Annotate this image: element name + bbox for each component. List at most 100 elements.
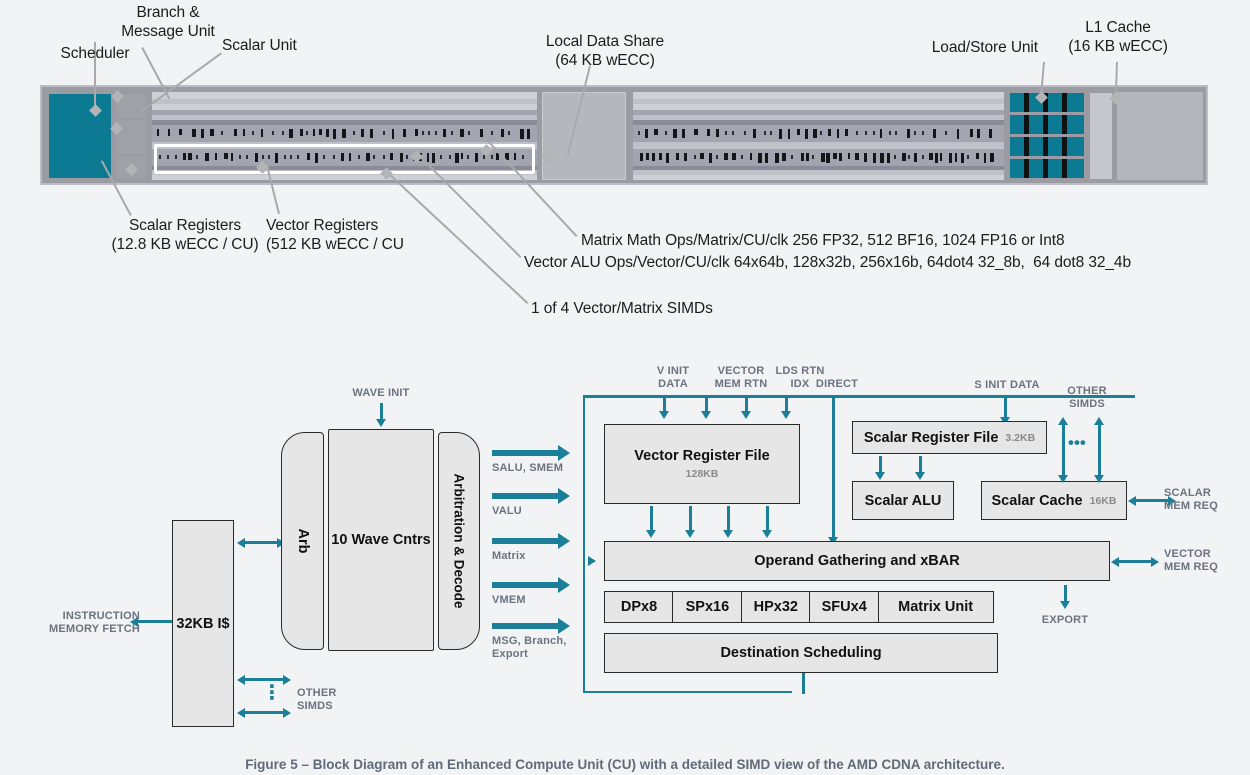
arrow-imf-head-left (130, 616, 138, 627)
callout-local-data-share: Local Data Share (64 KB wECC) (545, 33, 665, 69)
block-matrix-unit[interactable]: Matrix Unit (877, 591, 994, 623)
label-vector-mem-req: VECTOR MEM REQ (1164, 548, 1218, 573)
label-s-init-data: S INIT DATA (974, 379, 1040, 391)
callout-load-store-unit: Load/Store Unit (931, 39, 1038, 56)
arrow-msg-branch-export-line (492, 623, 560, 629)
die-l1-cache (1010, 93, 1084, 179)
block-arbitration-decode[interactable]: Arbitration & Decode (438, 432, 480, 650)
callout-vector-alu-ops: Vector ALU Ops/Vector/CU/clk 64x64b, 128… (524, 254, 1131, 271)
label-other-simds-left: OTHER SIMDS (297, 687, 337, 712)
arrow-other-simds-l1-head-left (237, 674, 245, 685)
block-instruction-cache[interactable]: 32KB I$ (172, 520, 234, 727)
block-scalar-alu[interactable]: Scalar ALU (852, 481, 954, 520)
arrow-vector-mem-req-line (1117, 560, 1155, 563)
callout-vector-registers: Vector Registers (512 KB wECC / CU (266, 217, 404, 253)
die-scalar-unit (116, 120, 146, 154)
arrow-icache-arb-line (243, 541, 281, 544)
block-vector-register-file[interactable]: Vector Register File 128KB (604, 424, 800, 504)
block-wave-counters[interactable]: 10 Wave Cntrs (328, 429, 434, 651)
wave-counters-label: 10 Wave Cntrs (331, 532, 431, 548)
block-spx16[interactable]: SPx16 (672, 591, 743, 623)
arrow-matrix-line (492, 538, 560, 544)
arrow-vrf-og-3-line (727, 506, 730, 532)
hpx32-label: HPx32 (753, 599, 798, 615)
arrow-other-simds-l2-head-left (237, 707, 245, 718)
arrow-valu-head (558, 488, 570, 504)
arrow-other-simds-r1-head-down (1058, 475, 1069, 483)
vector-register-file-title: Vector Register File (634, 448, 770, 465)
arrow-vector-mem-rtn-head (701, 411, 712, 419)
die-vector-register-ticks-a (154, 127, 535, 140)
die-local-data-share (542, 92, 626, 180)
die-highlighted-simd-outline (154, 144, 535, 174)
scalar-cache-size: 16KB (1089, 494, 1117, 507)
arrow-other-simds-r2-head-down (1094, 475, 1105, 483)
arrow-wave-init-head (376, 419, 387, 427)
arrow-other-simds-r2-line (1098, 423, 1101, 477)
arrow-salu-smem-head (558, 445, 570, 461)
horizontal-ellipsis-right-icon: ••• (1068, 433, 1086, 452)
label-scalar-mem-req: SCALAR MEM REQ (1164, 487, 1218, 512)
arrow-other-simds-l2-head-right (283, 707, 291, 718)
die-vector-register-ticks-d (637, 151, 1000, 164)
label-wave-init: WAVE INIT (352, 387, 410, 399)
arrow-other-simds-l1-line (243, 678, 287, 681)
instruction-cache-label: 32KB I$ (176, 615, 230, 632)
die-simd-group-right (633, 92, 1004, 180)
arrow-icache-arb-head-left (237, 537, 245, 548)
arrow-other-simds-l1-head-right (283, 674, 291, 685)
figure-canvas: Scheduler Branch & Message Unit Scalar U… (0, 0, 1250, 775)
arrow-valu-line (492, 493, 560, 499)
callout-branch-message-unit: Branch & Message Unit (121, 4, 215, 40)
arrow-vrf-og-4-head (762, 530, 773, 538)
callout-scalar-registers: Scalar Registers (12.8 KB wECC / CU) (111, 217, 259, 253)
callout-scheduler: Scheduler (60, 45, 130, 62)
label-v-init-data: V INIT DATA (656, 365, 690, 390)
arrow-other-simds-r1-line (1062, 423, 1065, 477)
compute-unit-die-shot (40, 85, 1208, 185)
destination-scheduling-feedback-line (802, 673, 805, 694)
block-dpx8[interactable]: DPx8 (604, 591, 674, 623)
block-destination-scheduling[interactable]: Destination Scheduling (604, 633, 998, 673)
matrix-unit-label: Matrix Unit (898, 599, 974, 615)
arrow-s-init-data-line (1004, 397, 1007, 419)
die-right-edge-region (1117, 92, 1203, 180)
arrow-scalar-mem-req-head-left (1128, 495, 1136, 506)
arbitration-decode-label: Arbitration & Decode (451, 473, 467, 609)
arrow-direct-line (832, 397, 835, 539)
block-arb[interactable]: Arb (281, 432, 324, 650)
arrow-salu-smem-line (492, 450, 560, 456)
block-sfux4[interactable]: SFUx4 (809, 591, 880, 623)
label-export: EXPORT (1041, 614, 1089, 626)
vertical-ellipsis-left-icon: ⋮ (262, 682, 282, 704)
block-scalar-register-file[interactable]: Scalar Register File 3.2KB (852, 421, 1047, 454)
scalar-alu-title: Scalar ALU (864, 492, 942, 509)
arrow-matrix-head (558, 533, 570, 549)
block-hpx32[interactable]: HPx32 (740, 591, 811, 623)
arrow-other-simds-l2-line (243, 711, 287, 714)
arrow-vrf-og-1-line (650, 506, 653, 532)
die-load-store-unit (1090, 93, 1112, 179)
scalar-register-file-size: 3.2KB (1005, 431, 1036, 444)
arrow-imf-line (136, 620, 176, 623)
arrow-vrf-og-4-line (766, 506, 769, 532)
scalar-register-file-title: Scalar Register File (863, 429, 999, 446)
block-scalar-cache[interactable]: Scalar Cache 16KB (981, 481, 1127, 520)
arrow-srf-salu-1-head (875, 472, 886, 480)
arrow-vector-mem-req-head-right (1151, 556, 1159, 567)
operand-gathering-label: Operand Gathering and xBAR (754, 553, 960, 569)
block-operand-gathering-xbar[interactable]: Operand Gathering and xBAR (604, 541, 1110, 581)
arrow-msg-branch-export-head (558, 618, 570, 634)
arrow-other-simds-r2-head-up (1094, 417, 1105, 425)
label-other-simds-right: OTHER SIMDS (1067, 385, 1107, 410)
arrow-vrf-og-2-line (689, 506, 692, 532)
arrow-vmem-line (492, 582, 560, 588)
figure-caption: Figure 5 – Block Diagram of an Enhanced … (245, 757, 1005, 772)
arrow-idx-head (781, 411, 792, 419)
arrow-vrf-og-1-head (646, 530, 657, 538)
die-scheduler-block (49, 94, 111, 178)
callout-l1-cache: L1 Cache (16 KB wECC) (1068, 19, 1168, 55)
arrow-v-init-data-head (659, 411, 670, 419)
destination-scheduling-label: Destination Scheduling (720, 645, 882, 661)
label-direct: DIRECT (815, 378, 859, 390)
